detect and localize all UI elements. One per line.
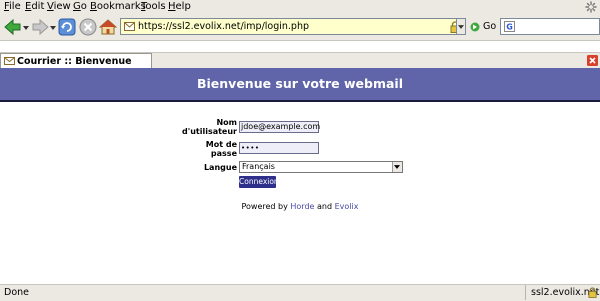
username-field[interactable]: jdoe@example.com: [239, 121, 320, 133]
home-icon[interactable]: [99, 18, 117, 36]
reload-icon[interactable]: [58, 18, 76, 36]
menu-edit[interactable]: Edit: [25, 1, 44, 13]
navigation-toolbar: https://ssl2.evolix.net/imp/login.php Go…: [0, 14, 600, 41]
select-arrow: [392, 162, 402, 172]
search-input[interactable]: G: [500, 18, 600, 35]
google-search-icon: G: [504, 21, 515, 32]
horde-link[interactable]: Horde: [290, 202, 314, 211]
back-history-dropdown-icon[interactable]: [23, 26, 29, 30]
stop-icon[interactable]: [79, 18, 97, 36]
status-bar: Done ssl2.evolix.net: [0, 284, 600, 301]
password-field[interactable]: ••••: [239, 142, 319, 154]
tab-courrier[interactable]: Courrier :: Bienvenue sur vo...: [0, 53, 152, 80]
close-tab-icon[interactable]: [587, 55, 598, 66]
throbber-icon: [585, 1, 597, 13]
go-label: Go: [483, 21, 497, 32]
menu-bookmarks[interactable]: Bookmarks: [90, 1, 146, 13]
page-content: Bienvenue sur votre webmail Nom d'utilis…: [0, 68, 600, 284]
status-text: Done: [4, 287, 29, 298]
back-arrow-icon[interactable]: [4, 18, 22, 36]
url-text: https://ssl2.evolix.net/imp/login.php: [138, 21, 310, 32]
menu-view[interactable]: View: [47, 1, 71, 13]
username-label: Nom d'utilisateur: [182, 118, 237, 136]
forward-arrow-icon[interactable]: [31, 18, 49, 36]
menu-go[interactable]: Go: [73, 1, 87, 13]
lock-icon: [588, 287, 597, 298]
url-bar[interactable]: https://ssl2.evolix.net/imp/login.php: [120, 18, 464, 35]
menu-bar: File Edit View Go Bookmarks Tools Help: [0, 0, 600, 14]
mail-site-icon: [124, 22, 135, 31]
login-button[interactable]: Connexion: [239, 176, 279, 188]
url-history-dropdown[interactable]: [456, 18, 466, 35]
menu-file[interactable]: File: [4, 1, 21, 13]
password-label: Mot de passe: [205, 140, 237, 158]
status-domain-panel[interactable]: ssl2.evolix.net: [525, 285, 600, 300]
svg-text:G: G: [506, 23, 513, 32]
evolix-link[interactable]: Evolix: [335, 202, 359, 211]
tab-bar: Courrier :: Bienvenue sur vo...: [0, 52, 600, 80]
chevron-down-icon: [394, 165, 400, 169]
powered-by-text: Powered by Horde and Evolix: [241, 202, 359, 211]
go-arrow-icon: [470, 22, 480, 32]
page-title: Bienvenue sur votre webmail: [196, 76, 403, 91]
menu-tools[interactable]: Tools: [141, 1, 166, 13]
mail-icon: [4, 57, 15, 65]
language-label: Langue: [203, 163, 237, 172]
menu-help[interactable]: Help: [168, 1, 191, 13]
forward-history-dropdown-icon[interactable]: [50, 26, 56, 30]
chevron-down-icon: [458, 25, 464, 29]
language-select[interactable]: Français: [239, 161, 403, 173]
page-header: Bienvenue sur votre webmail: [0, 68, 600, 102]
language-value: Français: [242, 162, 275, 171]
